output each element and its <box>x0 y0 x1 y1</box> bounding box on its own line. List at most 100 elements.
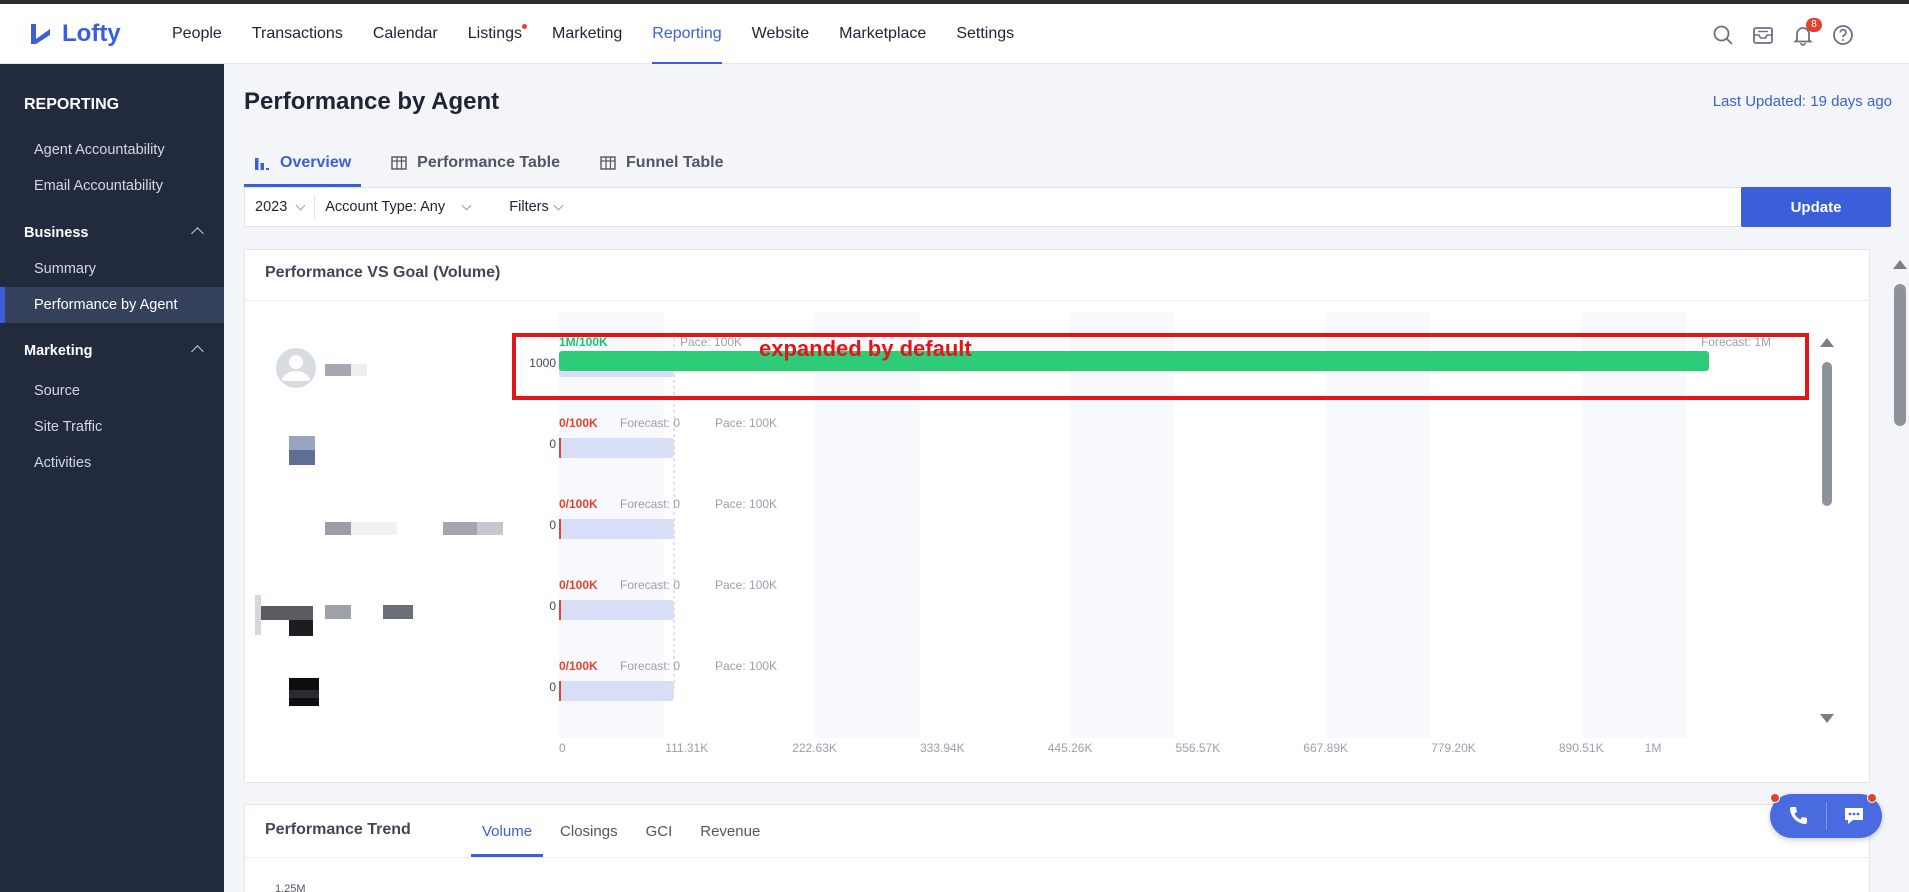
sidebar-item-summary[interactable]: Summary <box>0 251 224 287</box>
inbox-icon[interactable] <box>1752 24 1774 46</box>
tab-volume[interactable]: Volume <box>471 805 544 857</box>
sidebar-item-label: Source <box>34 383 80 399</box>
sidebar-group-business[interactable]: Business <box>0 215 224 251</box>
row-value-label: 1000 <box>529 356 556 370</box>
performance-bar <box>559 600 561 620</box>
sidebar-item-activities[interactable]: Activities <box>0 445 224 481</box>
scroll-down-arrow-icon[interactable] <box>1820 714 1834 723</box>
nav-label: Calendar <box>372 25 438 42</box>
chevron-up-icon <box>191 227 204 240</box>
x-tick-label: 111.31K <box>665 741 708 755</box>
pace-bar <box>559 438 674 458</box>
chart-scrollbar[interactable] <box>1820 338 1834 728</box>
sidebar-item-label: Activities <box>34 455 92 471</box>
pace-label: Pace: 100K <box>715 659 777 673</box>
sidebar-item-email-accountability[interactable]: Email Accountability <box>0 168 224 204</box>
chat-icon[interactable] <box>1842 805 1866 827</box>
help-icon[interactable] <box>1832 24 1854 46</box>
nav-listings[interactable]: Listings <box>453 4 537 64</box>
chevron-down-icon <box>295 200 306 210</box>
nav-marketing[interactable]: Marketing <box>537 4 637 64</box>
page-title: Performance by Agent <box>244 88 500 115</box>
pace-bar <box>559 600 674 620</box>
lofty-logo[interactable]: Lofty <box>28 20 121 48</box>
year-value: 2023 <box>255 199 288 215</box>
account-type-select[interactable]: Account Type: Any <box>315 187 493 227</box>
notification-bell[interactable]: 8 <box>1792 18 1822 46</box>
sidebar-item-site-traffic[interactable]: Site Traffic <box>0 409 224 445</box>
tab-gci[interactable]: GCI <box>635 805 684 857</box>
nav-settings[interactable]: Settings <box>941 4 1029 64</box>
grid-column <box>1070 312 1175 738</box>
sidebar: REPORTING Agent Accountability Email Acc… <box>0 64 224 892</box>
phone-icon[interactable] <box>1787 805 1809 827</box>
sidebar-item-label: Summary <box>34 261 97 277</box>
sidebar-item-agent-accountability[interactable]: Agent Accountability <box>0 132 224 168</box>
filters-label: Filters <box>509 199 549 215</box>
tab-performance-table[interactable]: Performance Table <box>381 140 570 186</box>
x-tick-label: 556.57K <box>1176 741 1221 755</box>
sidebar-group-label: Marketing <box>24 343 93 359</box>
year-select[interactable]: 2023 <box>245 187 314 227</box>
nav-people[interactable]: People <box>157 4 237 64</box>
pace-label: Pace: 100K <box>715 416 777 430</box>
agent-status-label: 1M/100K <box>559 335 608 349</box>
nav-transactions[interactable]: Transactions <box>237 4 358 64</box>
sidebar-item-source[interactable]: Source <box>0 373 224 409</box>
tab-overview[interactable]: Overview <box>244 140 362 187</box>
notification-badge: 8 <box>1806 18 1822 32</box>
sidebar-item-label: Agent Accountability <box>34 142 165 158</box>
nav-website[interactable]: Website <box>737 4 825 64</box>
top-navbar: Lofty People Transactions Calendar Listi… <box>0 0 1909 64</box>
row-value-label: 0 <box>549 437 556 451</box>
tab-label: Funnel Table <box>626 154 724 171</box>
update-button[interactable]: Update <box>1741 187 1891 227</box>
agent-status-label: 0/100K <box>559 497 598 511</box>
scroll-thumb[interactable] <box>1822 362 1832 506</box>
phone-notification-dot <box>1770 793 1780 803</box>
chevron-up-icon <box>191 345 204 358</box>
sidebar-group-marketing[interactable]: Marketing <box>0 333 224 369</box>
agent-avatar-1 <box>276 348 316 388</box>
page-scrollbar[interactable] <box>1893 258 1907 892</box>
nav-label: Listings <box>467 25 523 42</box>
sidebar-item-label: Site Traffic <box>34 419 103 435</box>
nav-marketplace[interactable]: Marketplace <box>824 4 941 64</box>
x-tick-label: 779.20K <box>1431 741 1476 755</box>
page-scroll-up-icon[interactable] <box>1893 260 1907 269</box>
tab-funnel-table[interactable]: Funnel Table <box>590 140 733 186</box>
pace-label: Pace: 100K <box>680 335 742 349</box>
performance-chart: 1M/100K Pace: 100K Forecast: 1M 1000 0/100K F… <box>255 312 1809 755</box>
page-tabs: Overview Performance Table Funnel Table <box>244 140 754 187</box>
row-value-label: 0 <box>549 518 556 532</box>
page-scroll-thumb[interactable] <box>1894 284 1906 426</box>
bar-chart-icon <box>255 158 269 170</box>
pace-bar <box>559 681 674 701</box>
agent-name-redacted <box>351 522 397 535</box>
search-icon[interactable] <box>1712 24 1734 46</box>
tab-label: Performance Table <box>417 154 561 171</box>
filters-dropdown[interactable]: Filters <box>499 187 571 227</box>
sidebar-item-label: Performance by Agent <box>34 297 178 313</box>
contact-fab <box>1770 794 1882 838</box>
scroll-up-arrow-icon[interactable] <box>1820 338 1834 347</box>
nav-reporting[interactable]: Reporting <box>637 4 736 64</box>
tab-closings[interactable]: Closings <box>549 805 629 857</box>
agent-name-redacted <box>325 364 351 376</box>
grid-column <box>1325 312 1431 738</box>
tab-label: Closings <box>560 822 618 840</box>
sidebar-item-label: Email Accountability <box>34 178 163 194</box>
chat-notification-dot <box>1867 793 1877 803</box>
y-tick-label: 1.25M <box>275 883 306 892</box>
nav-calendar[interactable]: Calendar <box>358 4 453 64</box>
nav-label: Transactions <box>251 25 343 42</box>
top-icons: 8 <box>1712 18 1854 46</box>
tab-label: Revenue <box>700 822 761 840</box>
sidebar-item-performance-by-agent[interactable]: Performance by Agent <box>0 287 224 323</box>
agent-name-redacted <box>351 364 367 376</box>
performance-bar <box>559 519 561 539</box>
tab-revenue[interactable]: Revenue <box>689 805 771 857</box>
pace-label: Pace: 100K <box>715 578 777 592</box>
agent-avatar-2-lower <box>289 450 315 465</box>
pace-bar <box>559 519 674 539</box>
